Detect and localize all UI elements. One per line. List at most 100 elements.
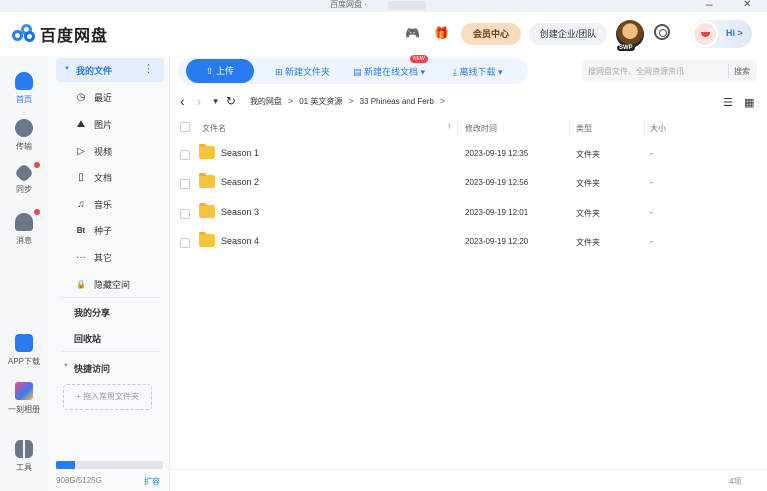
window-title-blur — [388, 1, 426, 10]
hi-assistant-button[interactable]: Hi > — [690, 20, 752, 48]
file-name[interactable]: Season 4 — [221, 236, 259, 246]
new-folder-button[interactable]: ⊞ 新建文件夹 — [275, 65, 330, 78]
close-button[interactable]: ✕ — [743, 0, 751, 11]
new-online-doc-button[interactable]: ▤ 新建在线文档 ▾ — [353, 65, 425, 78]
avatar[interactable]: SWP — [616, 20, 644, 51]
offline-download-button[interactable]: ⤓ 离线下载 ▾ — [453, 65, 503, 78]
document-icon: ▯ — [78, 171, 84, 183]
upload-button[interactable]: ⇧ 上传 — [186, 59, 254, 83]
modified-time: 2023-09-19 12:56 — [465, 178, 529, 187]
divider — [62, 351, 160, 352]
nav-label: 工具 — [16, 463, 32, 472]
gift-icon[interactable]: 🎁 — [434, 26, 449, 40]
minimize-button[interactable]: – — [706, 0, 713, 10]
search-box[interactable]: 搜网盘文件、全网资源资讯 搜索 — [582, 60, 757, 82]
breadcrumb-item-root[interactable]: 我的网盘 — [250, 96, 282, 107]
vip-center-button[interactable]: 会员中心 — [461, 23, 521, 45]
table-row[interactable]: Season 1 2023-09-19 12:35 文件夹 - — [170, 140, 767, 169]
nav-sync[interactable]: 同步 — [0, 162, 48, 195]
column-header-name[interactable]: 文件名 — [202, 123, 226, 134]
new-doc-label: 新建在线文档 ▾ — [364, 67, 426, 77]
column-divider — [569, 121, 570, 135]
sort-arrow-icon[interactable]: ↑ — [447, 121, 452, 131]
my-share-link[interactable]: 我的分享 — [74, 306, 110, 319]
back-icon[interactable]: ‹ — [180, 94, 185, 108]
more-icon[interactable]: ⋮ — [143, 62, 154, 75]
item-count: 4项 — [729, 477, 742, 486]
game-icon[interactable]: 🎮 — [405, 26, 420, 40]
nav-label: 消息 — [16, 236, 32, 245]
file-type: 文件夹 — [576, 179, 600, 188]
column-header-type[interactable]: 类型 — [576, 123, 592, 134]
file-name[interactable]: Season 1 — [221, 148, 259, 158]
row-checkbox[interactable] — [180, 150, 190, 160]
folder-icon — [199, 232, 215, 247]
column-header-size[interactable]: 大小 — [650, 123, 666, 134]
table-row[interactable]: Season 2 2023-09-19 12:56 文件夹 - — [170, 169, 767, 198]
image-icon: ⛰ — [76, 118, 86, 130]
divider — [62, 297, 160, 298]
recycle-bin-link[interactable]: 回收站 — [74, 332, 101, 345]
side-item-label: 种子 — [94, 225, 113, 236]
side-item-other[interactable]: ··· 其它 — [74, 247, 112, 267]
settings-icon[interactable] — [654, 24, 670, 40]
side-item-docs[interactable]: ▯ 文档 — [74, 167, 112, 187]
side-item-images[interactable]: ⛰ 图片 — [74, 114, 112, 134]
nav-messages[interactable]: 消息 — [0, 209, 48, 246]
notification-dot — [34, 209, 40, 215]
main-area: ⇧ 上传 ⊞ 新建文件夹 ▤ 新建在线文档 ▾ NEW ⤓ 离线下载 ▾ 搜网盘… — [170, 55, 767, 491]
nav-label: 传输 — [16, 142, 32, 151]
nav-label: 一刻相册 — [8, 405, 40, 414]
table-row[interactable]: Season 4 2023-09-19 12:20 文件夹 - — [170, 228, 767, 257]
column-header-modified[interactable]: 修改时间 — [465, 123, 497, 134]
footer-divider — [170, 469, 767, 470]
file-size: - — [650, 149, 653, 158]
file-name[interactable]: Season 3 — [221, 207, 259, 217]
table-row[interactable]: Season 3 2023-09-19 12:01 文件夹 - — [170, 199, 767, 228]
row-checkbox[interactable] — [180, 238, 190, 248]
add-favorite-folder-drop-zone[interactable]: + 拖入常用文件夹 — [63, 384, 152, 410]
row-checkbox[interactable] — [180, 209, 190, 219]
nav-home[interactable]: 首页 — [0, 72, 48, 105]
side-item-hidden-space[interactable]: 🔒 隐藏空间 — [74, 274, 130, 294]
search-button[interactable]: 搜索 — [734, 66, 750, 77]
nav-transfer[interactable]: 传输 — [0, 119, 48, 152]
side-item-torrent[interactable]: Bt 种子 — [74, 220, 112, 240]
collapse-icon[interactable]: ▼ — [63, 363, 69, 369]
history-dropdown-icon[interactable]: ▾ — [213, 94, 218, 108]
sort-icon[interactable]: ☰ — [723, 96, 733, 109]
file-name[interactable]: Season 2 — [221, 177, 259, 187]
nav-app-download[interactable]: APP下载 — [0, 334, 48, 367]
quick-access-label[interactable]: 快捷访问 — [74, 362, 110, 375]
side-panel: ▼ 我的文件 ⋮ ◷ 最近 ⛰ 图片 ▷ 视频 ▯ 文档 ♫ 音乐 Bt 种子 … — [48, 56, 170, 491]
column-divider — [644, 121, 645, 135]
folder-icon — [199, 173, 215, 188]
search-input[interactable]: 搜网盘文件、全网资源资讯 — [588, 66, 684, 77]
nav-tools[interactable]: 工具 — [0, 440, 48, 473]
side-item-label: 音乐 — [94, 199, 113, 210]
refresh-icon[interactable]: ↻ — [226, 94, 236, 108]
search-divider — [728, 64, 729, 78]
expand-storage-link[interactable]: 扩容 — [144, 476, 160, 487]
file-type: 文件夹 — [576, 238, 600, 247]
select-all-checkbox[interactable] — [180, 122, 190, 132]
breadcrumb-item-english[interactable]: 01 英文资源 — [299, 96, 342, 107]
side-item-recent[interactable]: ◷ 最近 — [74, 87, 112, 107]
create-enterprise-button[interactable]: 创建企业/团队 — [529, 23, 607, 45]
row-checkbox[interactable] — [180, 179, 190, 189]
title-bar: 百度网盘 · – ✕ — [0, 0, 767, 12]
side-item-label: 视频 — [94, 146, 113, 157]
logo: 百度网盘 — [12, 22, 108, 46]
nav-album[interactable]: 一刻相册 — [0, 382, 48, 415]
grid-view-icon[interactable]: ▦ — [744, 96, 754, 109]
my-files-header[interactable]: ▼ 我的文件 ⋮ — [56, 58, 164, 82]
new-doc-icon: ▤ — [353, 67, 365, 77]
breadcrumb-item-current[interactable]: 33 Phineas and Ferb — [360, 97, 434, 106]
app-download-icon — [15, 334, 33, 352]
upload-label: 上传 — [216, 66, 235, 76]
transfer-icon — [15, 119, 33, 137]
breadcrumb: ‹ › ▾ ↻ 我的网盘 > 01 英文资源 > 33 Phineas and … — [180, 94, 451, 108]
forward-icon[interactable]: › — [197, 94, 202, 108]
side-item-videos[interactable]: ▷ 视频 — [74, 141, 112, 161]
side-item-music[interactable]: ♫ 音乐 — [74, 194, 112, 214]
